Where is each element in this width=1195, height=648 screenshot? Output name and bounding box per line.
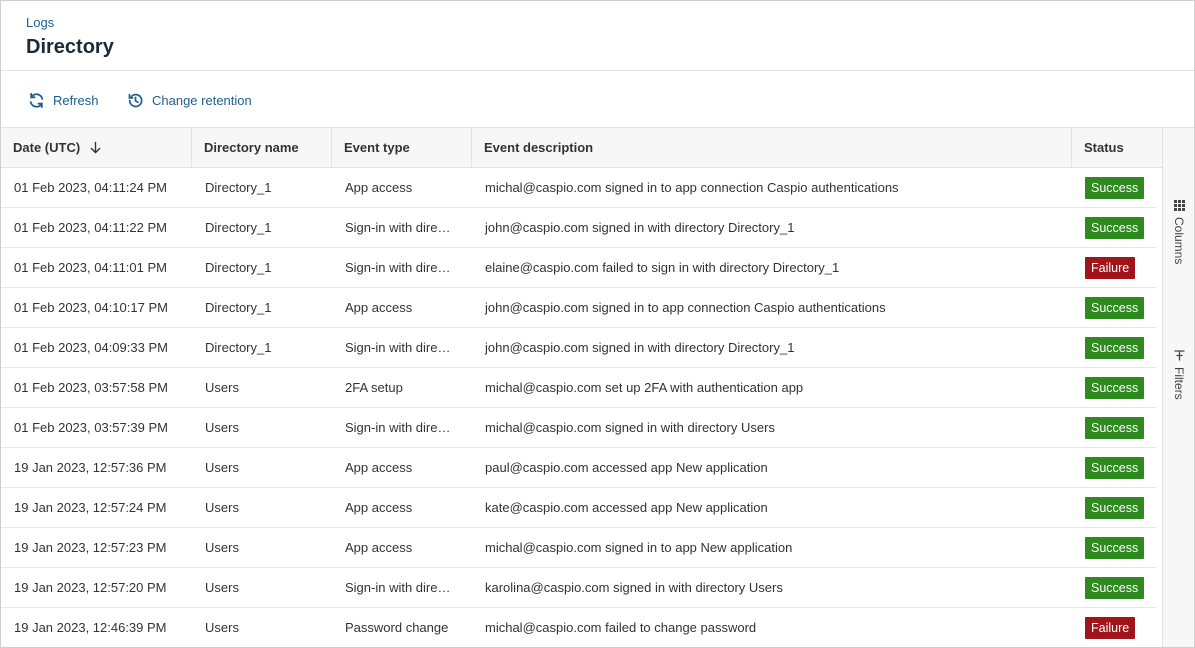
table-row[interactable]: 19 Jan 2023, 12:57:24 PM Users App access k… — [1, 488, 1156, 528]
table-row[interactable]: 19 Jan 2023, 12:57:36 PM Users App access p… — [1, 448, 1156, 488]
history-icon — [128, 93, 143, 107]
table-row[interactable]: 19 Jan 2023, 12:57:20 PM Users Sign-in wit… — [1, 568, 1156, 608]
logs-page: Logs Directory Refresh Change retention … — [0, 0, 1195, 648]
change-retention-label: Change retention — [152, 92, 252, 108]
cell-event-type: 2FA setup — [345, 380, 403, 395]
change-retention-button[interactable]: Change retention — [127, 89, 252, 111]
columns-tab-label: Columns — [1172, 217, 1186, 265]
breadcrumb-logs[interactable]: Logs — [26, 15, 54, 30]
cell-event-description: michal@caspio.com signed in to app New a… — [485, 540, 793, 555]
cell-event-type: App access — [345, 460, 413, 475]
table-row[interactable]: 01 Feb 2023, 04:11:01 PM Directory_1 Sign-… — [1, 248, 1156, 288]
cell-event-type: App access — [345, 500, 413, 515]
table-header: Date (UTC) Directory name Event type Eve… — [1, 127, 1162, 168]
table-row[interactable]: 01 Feb 2023, 04:11:24 PM Directory_1 App a… — [1, 168, 1156, 208]
cell-date: 19 Jan 2023, 12:57:20 PM — [14, 580, 167, 595]
cell-date: 01 Feb 2023, 04:09:33 PM — [14, 340, 168, 355]
cell-directory-name: Users — [205, 620, 239, 635]
table-row[interactable]: 01 Feb 2023, 03:57:39 PM Users Sign-in wit… — [1, 408, 1156, 448]
table-row[interactable]: 01 Feb 2023, 04:09:33 PM Directory_1 Sign-… — [1, 328, 1156, 368]
cell-event-description: john@caspio.com signed in with directory… — [485, 220, 795, 235]
status-badge: Success — [1085, 537, 1145, 559]
table-row[interactable]: 01 Feb 2023, 03:57:58 PM Users 2FA setup mi… — [1, 368, 1156, 408]
refresh-button[interactable]: Refresh — [28, 89, 99, 111]
cell-event-description: michal@caspio.com set up 2FA with authen… — [485, 380, 804, 395]
cell-event-description: elaine@caspio.com failed to sign in with… — [485, 260, 840, 275]
refresh-label: Refresh — [53, 92, 99, 108]
cell-directory-name: Users — [205, 380, 239, 395]
page-title: Directory — [26, 36, 114, 58]
refresh-icon — [29, 92, 44, 108]
arrow-down-icon[interactable] — [89, 141, 102, 154]
column-header-directory-name[interactable]: Directory name — [192, 128, 332, 168]
cell-directory-name: Directory_1 — [205, 340, 272, 355]
status-badge: Failure — [1085, 257, 1136, 279]
cell-event-description: kate@caspio.com accessed app New applica… — [485, 500, 768, 515]
table-row[interactable]: 19 Jan 2023, 12:57:23 PM Users App access m… — [1, 528, 1156, 568]
cell-event-type: Sign-in with directory — [345, 220, 460, 235]
status-badge: Success — [1085, 297, 1145, 319]
column-header-event-description[interactable]: Event description — [472, 128, 1072, 168]
cell-event-description: michal@caspio.com signed in with directo… — [485, 420, 775, 435]
cell-directory-name: Directory_1 — [205, 220, 272, 235]
filters-tab-label: Filters — [1172, 367, 1186, 400]
cell-date: 01 Feb 2023, 04:11:22 PM — [14, 220, 167, 235]
columns-grid-icon — [1173, 200, 1185, 211]
table-row[interactable]: 19 Jan 2023, 12:46:39 PM Users Password ch… — [1, 608, 1156, 647]
status-badge: Success — [1085, 337, 1145, 359]
side-panel: Columns Filters — [1162, 127, 1194, 647]
column-header-status[interactable]: Status — [1072, 128, 1162, 168]
cell-date: 01 Feb 2023, 03:57:39 PM — [14, 420, 168, 435]
cell-event-type: Sign-in with directory — [345, 420, 460, 435]
cell-directory-name: Users — [205, 540, 239, 555]
cell-directory-name: Users — [205, 460, 239, 475]
status-badge: Success — [1085, 417, 1145, 439]
page-header: Logs Directory — [1, 1, 1194, 71]
status-badge: Success — [1085, 217, 1145, 239]
status-badge: Success — [1085, 177, 1145, 199]
cell-event-description: paul@caspio.com accessed app New applica… — [485, 460, 768, 475]
columns-panel-tab[interactable]: Columns — [1167, 200, 1191, 264]
cell-date: 19 Jan 2023, 12:57:24 PM — [14, 500, 167, 515]
cell-event-type: App access — [345, 540, 413, 555]
cell-date: 01 Feb 2023, 04:11:01 PM — [14, 260, 167, 275]
cell-event-type: Sign-in with directory — [345, 340, 460, 355]
cell-date: 01 Feb 2023, 04:10:17 PM — [14, 300, 168, 315]
cell-event-type: App access — [345, 300, 413, 315]
cell-event-description: karolina@caspio.com signed in with direc… — [485, 580, 783, 595]
status-badge: Failure — [1085, 617, 1136, 639]
cell-date: 19 Jan 2023, 12:57:36 PM — [14, 460, 167, 475]
table-row[interactable]: 01 Feb 2023, 04:10:17 PM Directory_1 App a… — [1, 288, 1156, 328]
toolbar: Refresh Change retention — [1, 72, 1194, 127]
cell-date: 01 Feb 2023, 03:57:58 PM — [14, 380, 168, 395]
cell-directory-name: Users — [205, 500, 239, 515]
status-badge: Success — [1085, 457, 1145, 479]
cell-event-description: john@caspio.com signed in to app connect… — [485, 300, 886, 315]
filters-panel-tab[interactable]: Filters — [1167, 350, 1191, 400]
column-header-date-label: Date (UTC) — [13, 140, 81, 155]
cell-date: 19 Jan 2023, 12:46:39 PM — [14, 620, 167, 635]
cell-directory-name: Directory_1 — [205, 260, 272, 275]
status-badge: Success — [1085, 377, 1145, 399]
column-header-event-type[interactable]: Event type — [332, 128, 472, 168]
column-header-date[interactable]: Date (UTC) — [1, 128, 192, 168]
cell-directory-name: Users — [205, 420, 239, 435]
cell-directory-name: Users — [205, 580, 239, 595]
cell-directory-name: Directory_1 — [205, 180, 272, 195]
filter-icon — [1173, 350, 1185, 361]
cell-event-type: Password change — [345, 620, 449, 635]
cell-date: 19 Jan 2023, 12:57:23 PM — [14, 540, 167, 555]
table-row[interactable]: 01 Feb 2023, 04:11:22 PM Directory_1 Sign-… — [1, 208, 1156, 248]
status-badge: Success — [1085, 577, 1145, 599]
cell-event-type: App access — [345, 180, 413, 195]
cell-directory-name: Directory_1 — [205, 300, 272, 315]
logs-table: Date (UTC) Directory name Event type Eve… — [1, 127, 1162, 647]
cell-event-type: Sign-in with directory — [345, 260, 460, 275]
cell-event-description: michal@caspio.com signed in to app conne… — [485, 180, 899, 195]
cell-date: 01 Feb 2023, 04:11:24 PM — [14, 180, 167, 195]
cell-event-description: michal@caspio.com failed to change passw… — [485, 620, 757, 635]
status-badge: Success — [1085, 497, 1145, 519]
cell-event-description: john@caspio.com signed in with directory… — [485, 340, 795, 355]
cell-event-type: Sign-in with directory — [345, 580, 460, 595]
